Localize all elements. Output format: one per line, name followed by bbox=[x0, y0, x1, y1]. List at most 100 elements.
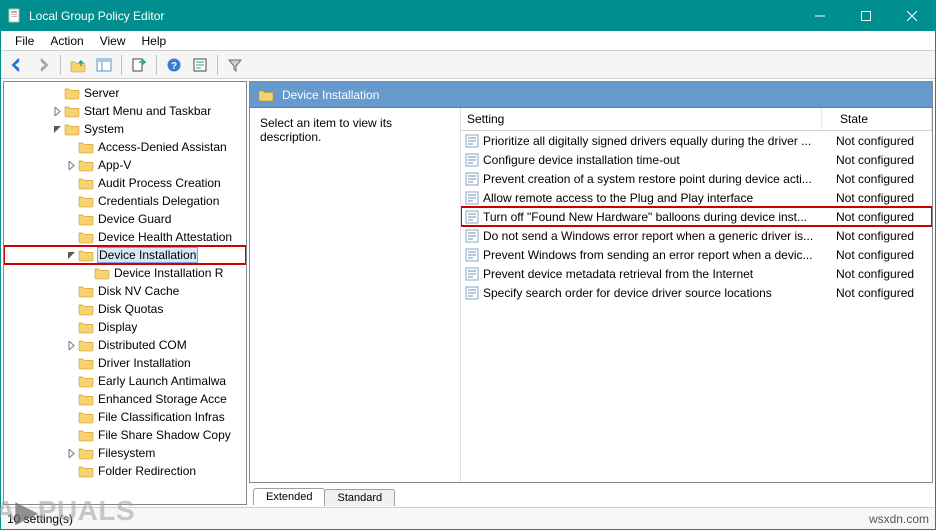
setting-row[interactable]: Specify search order for device driver s… bbox=[461, 283, 932, 302]
up-button[interactable] bbox=[66, 53, 90, 77]
tree-node-label: Access-Denied Assistan bbox=[98, 140, 227, 154]
column-state[interactable]: State bbox=[822, 108, 932, 130]
tree-node-label: Driver Installation bbox=[98, 356, 191, 370]
folder-icon bbox=[78, 356, 94, 370]
chevron-right-icon[interactable] bbox=[64, 449, 78, 458]
tree-node[interactable]: Device Guard bbox=[4, 210, 246, 228]
tab-extended[interactable]: Extended bbox=[253, 488, 325, 505]
folder-icon bbox=[78, 374, 94, 388]
tree-node-label: Disk Quotas bbox=[98, 302, 163, 316]
menu-action[interactable]: Action bbox=[42, 32, 91, 50]
folder-icon bbox=[78, 338, 94, 352]
setting-state: Not configured bbox=[836, 153, 932, 167]
tree-node[interactable]: Device Installation bbox=[4, 246, 246, 264]
chevron-right-icon[interactable] bbox=[50, 107, 64, 116]
tree-node-label: Audit Process Creation bbox=[98, 176, 221, 190]
content-header-title: Device Installation bbox=[282, 88, 379, 102]
setting-icon bbox=[465, 248, 479, 262]
setting-row[interactable]: Prevent device metadata retrieval from t… bbox=[461, 264, 932, 283]
setting-icon bbox=[465, 229, 479, 243]
export-list-button[interactable] bbox=[127, 53, 151, 77]
tree-node[interactable]: Credentials Delegation bbox=[4, 192, 246, 210]
content-header: Device Installation bbox=[250, 82, 932, 108]
tree-node[interactable]: Access-Denied Assistan bbox=[4, 138, 246, 156]
column-setting[interactable]: Setting bbox=[461, 108, 822, 130]
tree-node[interactable]: Early Launch Antimalwa bbox=[4, 372, 246, 390]
folder-icon bbox=[78, 446, 94, 460]
tree-node[interactable]: Device Health Attestation bbox=[4, 228, 246, 246]
tree-node[interactable]: File Classification Infras bbox=[4, 408, 246, 426]
setting-row[interactable]: Allow remote access to the Plug and Play… bbox=[461, 188, 932, 207]
tree-node[interactable]: Enhanced Storage Acce bbox=[4, 390, 246, 408]
chevron-right-icon[interactable] bbox=[64, 161, 78, 170]
setting-label: Prioritize all digitally signed drivers … bbox=[483, 134, 836, 148]
properties-button[interactable] bbox=[188, 53, 212, 77]
chevron-right-icon[interactable] bbox=[64, 341, 78, 350]
tree-node[interactable]: App-V bbox=[4, 156, 246, 174]
help-button[interactable] bbox=[162, 53, 186, 77]
description-placeholder: Select an item to view its description. bbox=[260, 116, 392, 144]
setting-row[interactable]: Do not send a Windows error report when … bbox=[461, 226, 932, 245]
column-headers[interactable]: Setting State bbox=[461, 108, 932, 131]
setting-icon bbox=[465, 210, 479, 224]
tree-node[interactable]: Device Installation R bbox=[4, 264, 246, 282]
chevron-down-icon[interactable] bbox=[64, 251, 78, 260]
tree-node-label: Device Installation R bbox=[114, 266, 223, 280]
setting-row[interactable]: Configure device installation time-outNo… bbox=[461, 150, 932, 169]
setting-state: Not configured bbox=[836, 210, 932, 224]
setting-icon bbox=[465, 286, 479, 300]
window-title: Local Group Policy Editor bbox=[29, 9, 797, 23]
tree-node-label: Device Health Attestation bbox=[98, 230, 232, 244]
app-icon bbox=[7, 8, 23, 24]
tree-node[interactable]: Filesystem bbox=[4, 444, 246, 462]
tree-node-label: Display bbox=[98, 320, 137, 334]
tree-node[interactable]: Audit Process Creation bbox=[4, 174, 246, 192]
menu-view[interactable]: View bbox=[92, 32, 134, 50]
tree-node[interactable]: Display bbox=[4, 318, 246, 336]
close-button[interactable] bbox=[889, 1, 935, 31]
setting-state: Not configured bbox=[836, 267, 932, 281]
tree-node[interactable]: Distributed COM bbox=[4, 336, 246, 354]
folder-icon bbox=[78, 302, 94, 316]
status-count: 10 setting(s) bbox=[7, 512, 73, 526]
maximize-button[interactable] bbox=[843, 1, 889, 31]
filter-button[interactable] bbox=[223, 53, 247, 77]
tree-node[interactable]: Start Menu and Taskbar bbox=[4, 102, 246, 120]
tree-node-label: App-V bbox=[98, 158, 131, 172]
setting-label: Prevent creation of a system restore poi… bbox=[483, 172, 836, 186]
tree-node-label: Early Launch Antimalwa bbox=[98, 374, 226, 388]
folder-icon bbox=[78, 428, 94, 442]
tree-node[interactable]: Disk Quotas bbox=[4, 300, 246, 318]
title-bar: Local Group Policy Editor bbox=[1, 1, 935, 31]
folder-icon bbox=[78, 158, 94, 172]
menu-help[interactable]: Help bbox=[134, 32, 175, 50]
tree-node-label: Start Menu and Taskbar bbox=[84, 104, 211, 118]
folder-icon bbox=[64, 86, 80, 100]
tree-node[interactable]: Driver Installation bbox=[4, 354, 246, 372]
setting-state: Not configured bbox=[836, 172, 932, 186]
folder-icon bbox=[78, 320, 94, 334]
tree-node-label: Device Installation bbox=[98, 248, 197, 262]
setting-label: Prevent Windows from sending an error re… bbox=[483, 248, 836, 262]
tree-node-label: Device Guard bbox=[98, 212, 171, 226]
tab-standard[interactable]: Standard bbox=[324, 489, 395, 506]
tree-node[interactable]: System bbox=[4, 120, 246, 138]
forward-button[interactable] bbox=[31, 53, 55, 77]
setting-row[interactable]: Prevent creation of a system restore poi… bbox=[461, 169, 932, 188]
setting-row[interactable]: Prioritize all digitally signed drivers … bbox=[461, 131, 932, 150]
back-button[interactable] bbox=[5, 53, 29, 77]
menu-file[interactable]: File bbox=[7, 32, 42, 50]
setting-row[interactable]: Prevent Windows from sending an error re… bbox=[461, 245, 932, 264]
show-hide-tree-button[interactable] bbox=[92, 53, 116, 77]
tree-node[interactable]: Folder Redirection bbox=[4, 462, 246, 480]
tree-node[interactable]: Server bbox=[4, 84, 246, 102]
tree-node-label: Distributed COM bbox=[98, 338, 187, 352]
folder-icon bbox=[78, 140, 94, 154]
chevron-down-icon[interactable] bbox=[50, 125, 64, 134]
tree-node[interactable]: File Share Shadow Copy bbox=[4, 426, 246, 444]
settings-list[interactable]: Setting State Prioritize all digitally s… bbox=[460, 108, 932, 482]
tree-node[interactable]: Disk NV Cache bbox=[4, 282, 246, 300]
minimize-button[interactable] bbox=[797, 1, 843, 31]
tree-pane[interactable]: Server Start Menu and Taskbar System Access… bbox=[3, 81, 247, 505]
setting-row[interactable]: Turn off "Found New Hardware" balloons d… bbox=[461, 207, 932, 226]
